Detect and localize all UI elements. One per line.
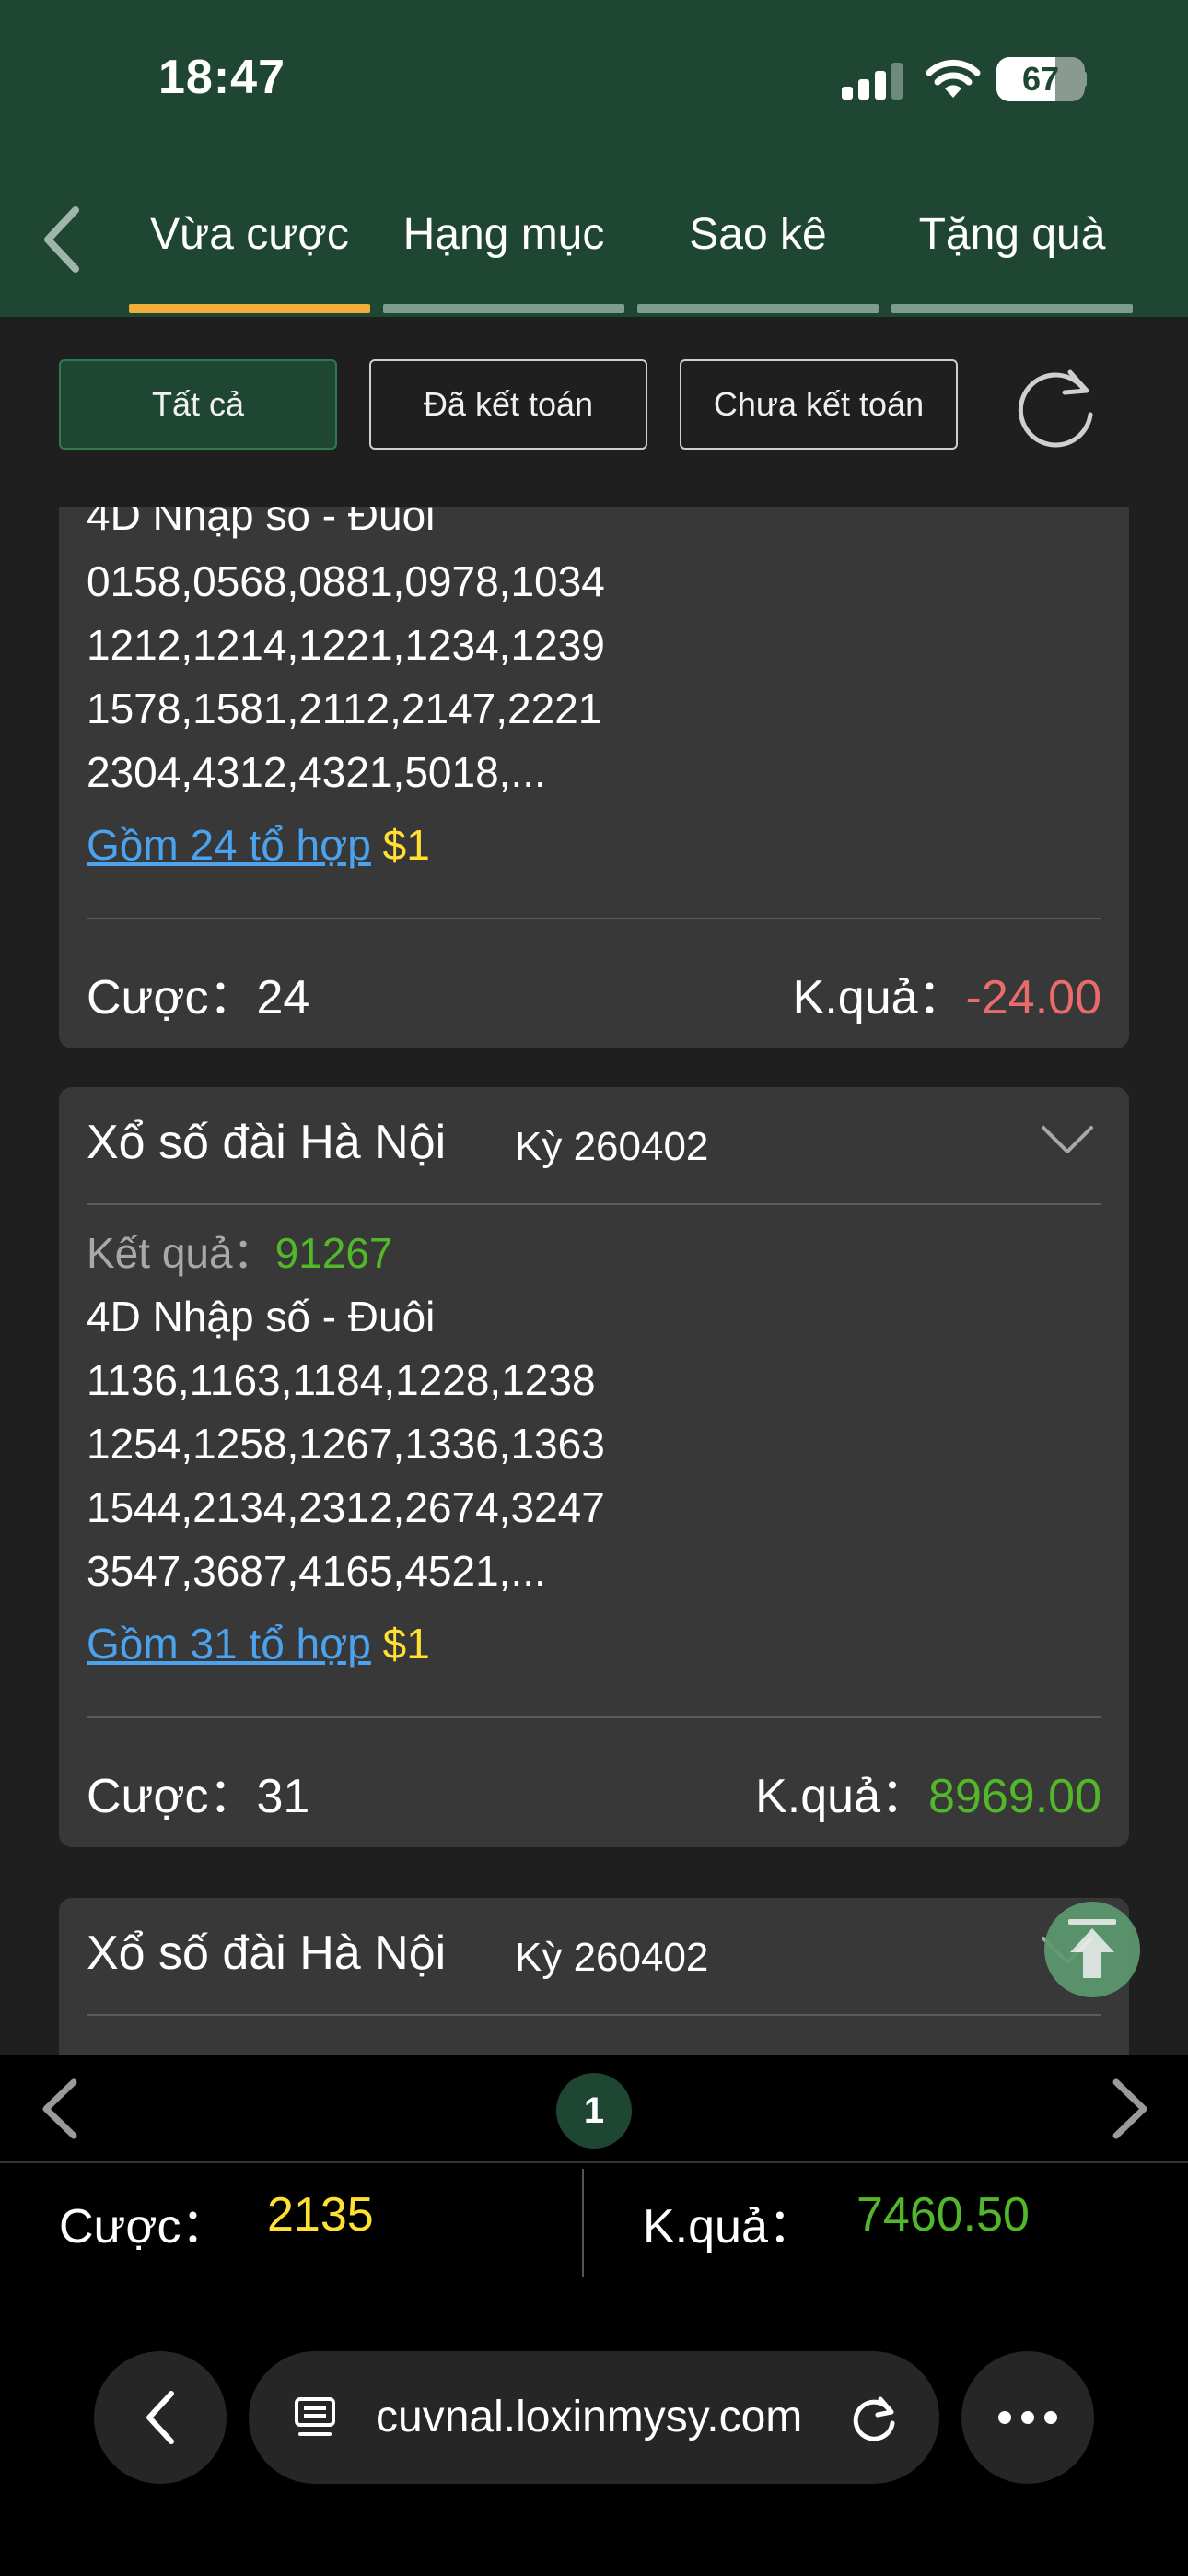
status-time: 18:47 — [158, 51, 285, 104]
result-label: K.quả： — [792, 971, 966, 1025]
bet-numbers-line: 3547,3687,4165,4521,... — [87, 1547, 546, 1595]
result-value: 8969.00 — [928, 1770, 1101, 1823]
page-settings-icon[interactable] — [291, 2394, 339, 2441]
combo-link[interactable]: Gồm 31 tổ hợp — [87, 1620, 371, 1668]
total-bet-label: Cược： — [59, 2200, 229, 2254]
bet-numbers-line: 1544,2134,2312,2674,3247 — [87, 1483, 605, 1531]
tab-recent-bets[interactable]: Vừa cược — [129, 193, 370, 313]
address-bar[interactable]: cuvnal.loxinmysy.com — [249, 2351, 939, 2484]
tab-label: Tặng quà — [918, 210, 1106, 259]
chevron-left-icon — [146, 2391, 174, 2444]
tab-label: Hạng mục — [402, 210, 605, 259]
card-header[interactable]: Xổ số đài Hà Nội Kỳ 260402 — [87, 1087, 1101, 1205]
bet-result: K.quả：8969.00 — [755, 1757, 1101, 1826]
draw-result-value: 91267 — [274, 1229, 393, 1277]
bet-numbers-line: 1578,1581,2112,2147,2221 — [87, 685, 602, 732]
battery-percent: 67 — [1021, 60, 1060, 98]
filter-unsettled-button[interactable]: Chưa kết toán — [680, 359, 958, 450]
totals-bar: Cược： 2135 K.quả： 7460.50 — [0, 2163, 1188, 2281]
card-footer: Cược：24 K.quả：-24.00 — [87, 918, 1101, 1048]
header: 18:47 67 Vừa cược Hạng mục Sao kê Tặng q… — [0, 0, 1188, 317]
bet-card[interactable]: Xổ số đài Hà Nội Kỳ 260402 Kết quả：91267… — [59, 1087, 1129, 1847]
combo-amount: $1 — [382, 821, 430, 869]
tab-indicator — [637, 304, 879, 313]
tab-indicator — [129, 304, 370, 313]
refresh-icon[interactable] — [1013, 363, 1101, 451]
scroll-to-top-button[interactable] — [1044, 1902, 1140, 1997]
result-value: -24.00 — [965, 971, 1101, 1025]
battery-icon: 67 — [996, 57, 1085, 101]
draw-result: Kết quả：91267 — [87, 1222, 1101, 1285]
bet-type: 4D Nhập số - Đuôi — [87, 1293, 436, 1341]
reload-icon[interactable] — [847, 2392, 901, 2445]
draw-period: Kỳ 260402 — [515, 1935, 709, 1980]
tab-statement[interactable]: Sao kê — [637, 193, 879, 313]
bet-result: K.quả：-24.00 — [793, 958, 1101, 1027]
pagination: 1 — [0, 2055, 1188, 2163]
result-label: K.quả： — [755, 1770, 929, 1823]
bet-numbers-line: 1136,1163,1184,1228,1238 — [87, 1356, 596, 1404]
arrow-up-icon — [1068, 1919, 1116, 1978]
totals-divider — [582, 2169, 584, 2277]
tab-label: Sao kê — [689, 210, 827, 259]
combo-link[interactable]: Gồm 24 tổ hợp — [87, 821, 371, 869]
card-header[interactable]: Xổ số đài Hà Nội Kỳ 260402 — [87, 1898, 1101, 2016]
filter-settled-button[interactable]: Đã kết toán — [369, 359, 647, 450]
more-icon — [998, 2411, 1057, 2424]
bet-card[interactable]: Xổ số đài Hà Nội Kỳ 260402 — [59, 1898, 1129, 2055]
total-bet-value: 2135 — [267, 2188, 374, 2242]
chevron-down-icon[interactable] — [1041, 1124, 1094, 1157]
prev-page-icon[interactable] — [33, 2077, 88, 2141]
browser-back-button[interactable] — [94, 2351, 227, 2484]
lottery-name: Xổ số đài Hà Nội — [87, 1926, 447, 1980]
total-result-label: K.quả： — [643, 2200, 816, 2254]
bet-type: 4D Nhập số - Đuôi — [87, 507, 436, 539]
bet-card[interactable]: 4D Nhập số - Đuôi 0158,0568,0881,0978,10… — [59, 507, 1129, 1048]
bet-list[interactable]: 4D Nhập số - Đuôi 0158,0568,0881,0978,10… — [0, 507, 1188, 2055]
tab-indicator — [383, 304, 624, 313]
url-text: cuvnal.loxinmysy.com — [376, 2393, 803, 2441]
tab-label: Vừa cược — [150, 210, 349, 259]
bet-amount: Cược：24 — [87, 971, 310, 1025]
bet-amount: Cược：31 — [87, 1770, 310, 1823]
tab-indicator — [891, 304, 1133, 313]
cellular-signal-icon — [842, 63, 903, 100]
next-page-icon[interactable] — [1101, 2077, 1157, 2141]
draw-result-label: Kết quả： — [87, 1229, 275, 1277]
bet-numbers-line: 2304,4312,4321,5018,... — [87, 748, 546, 796]
bet-numbers-line: 1212,1214,1221,1234,1239 — [87, 621, 605, 669]
page: 18:47 67 Vừa cược Hạng mục Sao kê Tặng q… — [0, 0, 1188, 2576]
filter-bar: Tất cả Đã kết toán Chưa kết toán — [0, 317, 1188, 507]
status-bar: 18:47 67 — [0, 0, 1188, 157]
card-footer: Cược：31 K.quả：8969.00 — [87, 1716, 1101, 1847]
chevron-left-icon — [44, 206, 79, 273]
combo-amount: $1 — [382, 1620, 430, 1668]
wifi-icon — [926, 59, 981, 98]
draw-period: Kỳ 260402 — [515, 1124, 709, 1169]
more-options-button[interactable] — [961, 2351, 1094, 2484]
filter-all-button[interactable]: Tất cả — [59, 359, 337, 450]
total-result-value: 7460.50 — [856, 2188, 1030, 2242]
bet-numbers-line: 0158,0568,0881,0978,1034 — [87, 557, 605, 605]
back-button[interactable] — [33, 201, 88, 278]
tab-bar: Vừa cược Hạng mục Sao kê Tặng quà — [129, 193, 1133, 313]
bet-numbers-line: 1254,1258,1267,1336,1363 — [87, 1420, 605, 1468]
current-page[interactable]: 1 — [556, 2073, 632, 2149]
tab-categories[interactable]: Hạng mục — [383, 193, 624, 313]
tab-gifts[interactable]: Tặng quà — [891, 193, 1133, 313]
browser-toolbar: cuvnal.loxinmysy.com — [0, 2281, 1188, 2576]
lottery-name: Xổ số đài Hà Nội — [87, 1116, 447, 1169]
